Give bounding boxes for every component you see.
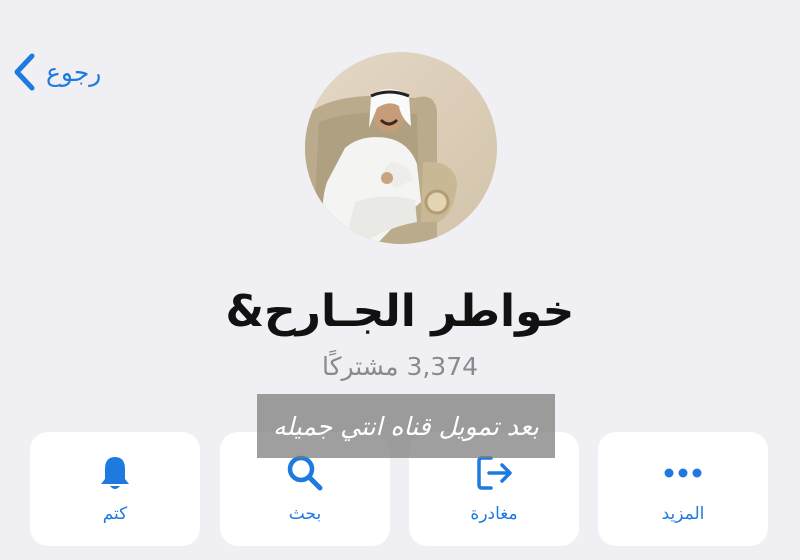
avatar[interactable] [305,52,497,244]
more-button[interactable]: المزيد [598,432,768,546]
bell-icon [101,457,129,489]
leave-label: مغادرة [470,504,518,524]
search-icon [287,455,323,491]
channel-title: خواطر الجـارح& [225,286,575,337]
back-label: رجوع [46,57,102,87]
mute-label: كتم [102,504,128,524]
chevron-left-icon [14,53,35,91]
more-icon [664,468,702,478]
mute-button[interactable]: كتم [30,432,200,546]
more-label: المزيد [661,504,705,524]
leave-icon [477,456,512,490]
caption-text: بعد تمويل قناه انتي جميله [273,411,539,441]
search-label: بحث [288,504,322,524]
subscriber-count: 3,374 مشتركًا [321,352,479,381]
back-button[interactable]: رجوع [12,50,101,94]
avatar-photo [305,52,497,244]
caption-overlay: بعد تمويل قناه انتي جميله [257,394,555,458]
